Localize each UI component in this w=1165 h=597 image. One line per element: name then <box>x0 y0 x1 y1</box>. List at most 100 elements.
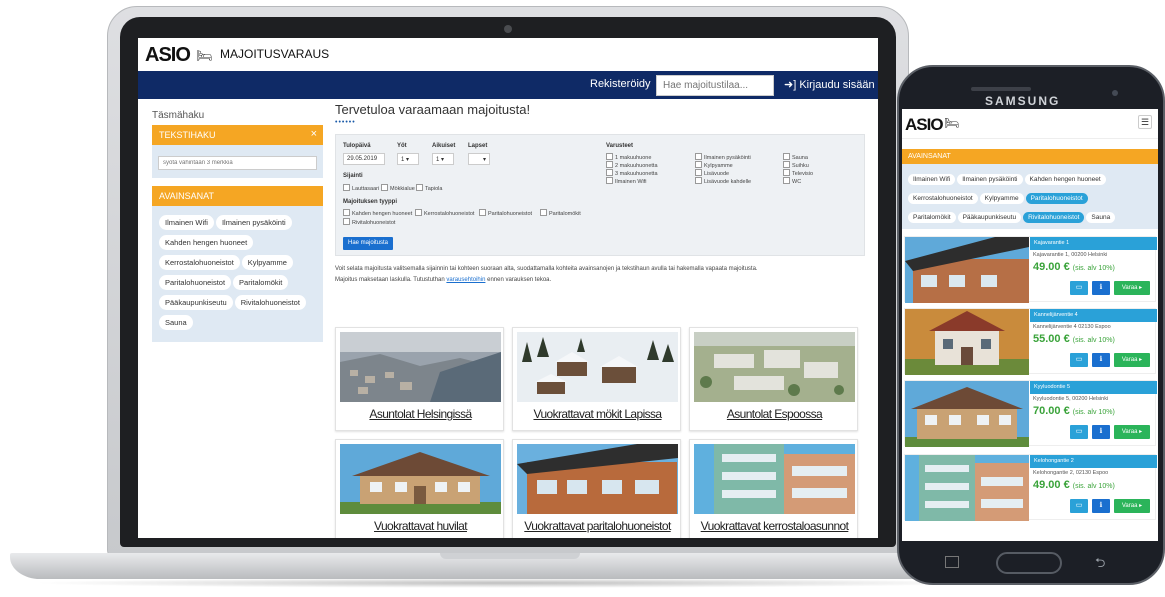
listing-image <box>905 237 1029 303</box>
info-icon[interactable]: ℹ <box>1092 353 1110 367</box>
card-image-semidetached <box>517 444 678 514</box>
mobile-logo[interactable]: ASIO <box>905 115 944 135</box>
keyword-chip-selected[interactable]: Rivitalohuoneistot <box>1023 212 1085 223</box>
keyword-chip[interactable]: Paritalomökit <box>233 275 289 290</box>
close-icon[interactable]: × <box>311 128 317 140</box>
listing-card[interactable]: Kyyluodontie 5 Kyyluodontie 5, 00200 Hel… <box>904 380 1157 447</box>
nights-select[interactable]: 1 ▾ <box>397 153 419 165</box>
book-button[interactable]: Varaa ▸ <box>1114 281 1150 295</box>
keyword-chip[interactable]: Ilmainen Wifi <box>908 174 956 185</box>
type-label: Majoituksen tyyppi <box>343 199 398 205</box>
keyword-chip[interactable]: Paritalohuoneistot <box>159 275 232 290</box>
equipment-checkbox[interactable]: Lisävuode kahdelle <box>695 177 751 185</box>
site-logo[interactable]: ASIO <box>145 44 191 67</box>
listing-card[interactable]: Kannelijärventie 4 Kannelijärventie 4 02… <box>904 308 1157 375</box>
laptop-shadow <box>30 578 990 588</box>
keyword-chip[interactable]: Ilmainen pysäköinti <box>957 174 1023 185</box>
keyword-chip[interactable]: Kylpyamme <box>979 193 1024 204</box>
adults-select[interactable]: 1 ▾ <box>432 153 454 165</box>
type-checkbox[interactable]: Rivitalohuoneistot <box>343 218 395 226</box>
search-input[interactable] <box>656 75 774 96</box>
text-search-input[interactable] <box>158 156 317 170</box>
keyword-chip[interactable]: Ilmainen pysäköinti <box>215 215 292 230</box>
card-caption[interactable]: Vuokrattavat paritalohuoneistot <box>513 519 682 533</box>
listing-card[interactable]: Kelohongantie 2 Kelohongantie 2, 02130 E… <box>904 454 1157 521</box>
equipment-checkbox[interactable]: Lisävuode <box>695 169 729 177</box>
category-card[interactable]: Vuokrattavat huvilat <box>335 439 504 538</box>
register-link[interactable]: Rekisteröidy <box>590 78 651 90</box>
info-icon[interactable]: ℹ <box>1092 499 1110 513</box>
search-button[interactable]: Hae majoitusta <box>343 237 394 250</box>
map-icon[interactable]: ▭ <box>1070 281 1088 295</box>
listing-title[interactable]: Kannelijärventie 4 <box>1030 309 1157 322</box>
equipment-checkbox[interactable]: 1 makuuhuone <box>606 153 651 161</box>
equipment-checkbox[interactable]: Kylpyamme <box>695 161 733 169</box>
location-checkbox[interactable]: Lauttasaari <box>343 184 379 192</box>
login-link[interactable]: ➜] Kirjaudu sisään <box>784 78 875 91</box>
card-image-apartment <box>694 444 855 514</box>
keyword-chip[interactable]: Ilmainen Wifi <box>159 215 214 230</box>
type-checkbox[interactable]: Paritalomökit <box>540 209 581 217</box>
card-caption[interactable]: Vuokrattavat kerrostaloasunnot <box>690 519 859 533</box>
keyword-chip[interactable]: Paritalomökit <box>908 212 956 223</box>
keyword-chip[interactable]: Kylpyamme <box>241 255 293 270</box>
phone-home-button[interactable] <box>996 552 1062 574</box>
listing-address: Kelohongantie 2, 02130 Espoo <box>1033 470 1109 476</box>
book-button[interactable]: Varaa ▸ <box>1114 425 1150 439</box>
navbar: Rekisteröidy ➜] Kirjaudu sisään <box>138 71 878 99</box>
card-caption[interactable]: Asuntolat Helsingissä <box>336 407 505 421</box>
category-card[interactable]: Vuokrattavat paritalohuoneistot <box>512 439 681 538</box>
equipment-checkbox[interactable]: Suihku <box>783 161 809 169</box>
card-caption[interactable]: Asuntolat Espoossa <box>690 407 859 421</box>
keyword-chip[interactable]: Sauna <box>159 315 193 330</box>
info-icon[interactable]: ℹ <box>1092 425 1110 439</box>
keyword-chip[interactable]: Kerrostalohuoneistot <box>908 193 978 204</box>
category-card[interactable]: Asuntolat Espoossa <box>689 327 858 431</box>
listing-card[interactable]: Kajavarantie 1 Kajavarantie 1, 00200 Hel… <box>904 236 1157 303</box>
keyword-chip[interactable]: Pääkaupunkiseutu <box>957 212 1022 223</box>
listing-title[interactable]: Kajavarantie 1 <box>1030 237 1157 250</box>
equipment-checkbox[interactable]: Televisio <box>783 169 813 177</box>
map-icon[interactable]: ▭ <box>1070 499 1088 513</box>
equipment-checkbox[interactable]: Ilmainen pysäköinti <box>695 153 751 161</box>
keyword-chip[interactable]: Sauna <box>1086 212 1116 223</box>
type-checkbox[interactable]: Paritalohuoneistot <box>479 209 532 217</box>
terms-link[interactable]: varausehtoihin <box>446 277 485 283</box>
card-caption[interactable]: Vuokrattavat mökit Lapissa <box>513 407 682 421</box>
map-icon[interactable]: ▭ <box>1070 425 1088 439</box>
location-checkbox[interactable]: Mökkialue <box>381 184 415 192</box>
book-button[interactable]: Varaa ▸ <box>1114 353 1150 367</box>
listing-title[interactable]: Kyyluodontie 5 <box>1030 381 1157 394</box>
children-select[interactable]: ▾ <box>468 153 490 165</box>
phone-menu-key[interactable] <box>945 556 959 568</box>
keyword-chip[interactable]: Kahden hengen huoneet <box>1024 174 1106 185</box>
location-checkbox[interactable]: Tapiola <box>416 184 442 192</box>
category-card[interactable]: Vuokrattavat kerrostaloasunnot <box>689 439 858 538</box>
card-image-helsinki <box>340 332 501 402</box>
equipment-checkbox[interactable]: 2 makuuhuonetta <box>606 161 658 169</box>
keyword-chip[interactable]: Rivitalohuoneistot <box>234 295 306 310</box>
price-vat: (sis. alv 10%) <box>1072 409 1115 416</box>
type-checkbox[interactable]: Kahden hengen huoneet <box>343 209 412 217</box>
phone-speaker <box>971 87 1031 91</box>
back-icon[interactable]: ⮌ <box>1095 554 1105 576</box>
arrival-date-input[interactable]: 29.05.2019 <box>343 153 385 165</box>
type-checkbox[interactable]: Kerrostalohuoneistot <box>415 209 474 217</box>
nights-value: 1 <box>401 157 405 163</box>
keyword-chip[interactable]: Pääkaupunkiseutu <box>159 295 233 310</box>
category-card[interactable]: Vuokrattavat mökit Lapissa <box>512 327 681 431</box>
keyword-chip[interactable]: Kahden hengen huoneet <box>159 235 254 250</box>
equipment-checkbox[interactable]: Sauna <box>783 153 808 161</box>
equipment-checkbox[interactable]: WC <box>783 177 801 185</box>
equipment-checkbox[interactable]: 3 makuuhuonetta <box>606 169 658 177</box>
category-card[interactable]: Asuntolat Helsingissä <box>335 327 504 431</box>
map-icon[interactable]: ▭ <box>1070 353 1088 367</box>
info-icon[interactable]: ℹ <box>1092 281 1110 295</box>
hamburger-icon[interactable]: ☰ <box>1138 115 1152 129</box>
listing-title[interactable]: Kelohongantie 2 <box>1030 455 1157 468</box>
equipment-checkbox[interactable]: Ilmainen Wifi <box>606 177 646 185</box>
keyword-chip[interactable]: Kerrostalohuoneistot <box>159 255 240 270</box>
keyword-chip-selected[interactable]: Paritalohuoneistot <box>1025 193 1088 204</box>
card-caption[interactable]: Vuokrattavat huvilat <box>336 519 505 533</box>
book-button[interactable]: Varaa ▸ <box>1114 499 1150 513</box>
